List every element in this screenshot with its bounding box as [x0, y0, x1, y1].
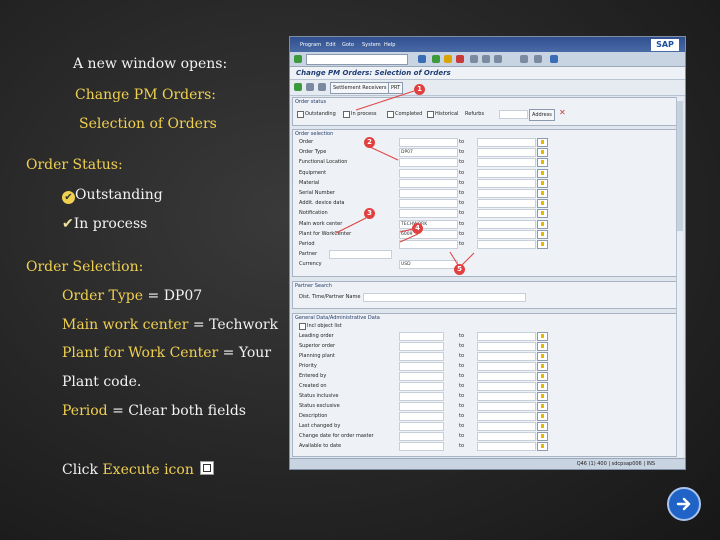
execute-icon	[199, 461, 214, 475]
selection-field: Plant for Work Center	[62, 345, 219, 361]
selection-value: DP07	[163, 288, 203, 304]
sap-status-bar: Q46 (1) 400 | sdcpsap006 | INS	[290, 458, 685, 469]
order-selection-title: Order Selection:	[26, 259, 144, 275]
selection-item-period: Period = Clear both fields	[62, 403, 246, 419]
arrow-2	[369, 146, 399, 161]
selection-item-main-work-center: Main work center = Techwork	[62, 317, 278, 333]
selection-value: Plant code.	[62, 374, 142, 390]
instruction-panel: A new window opens: Change PM Orders: Se…	[0, 0, 285, 540]
next-slide-button[interactable]	[667, 487, 701, 521]
arrow-right-icon	[676, 497, 691, 511]
arrow-4b	[399, 233, 419, 243]
order-status-title: Order Status:	[26, 157, 123, 173]
selection-item-order-type: Order Type = DP07	[62, 288, 202, 304]
arrow-5a	[449, 251, 459, 266]
intro-text: A new window opens:	[73, 56, 228, 72]
selection-field: Period	[62, 403, 108, 419]
status-item-outstanding: ✔ Outstanding	[62, 187, 163, 204]
selection-sep: =	[143, 288, 164, 304]
status-item-in-process: ✔In process	[62, 216, 147, 232]
click-instruction: Click Execute icon	[62, 461, 214, 478]
checked-circle-icon: ✔	[62, 191, 75, 204]
click-target: Execute icon	[102, 462, 194, 478]
system-status-text: Q46 (1) 400 | sdcpsap006 | INS	[576, 461, 655, 467]
selection-sep: =	[188, 317, 210, 333]
click-prefix: Click	[62, 462, 103, 478]
heading-line-1: Change PM Orders:	[75, 87, 217, 103]
selection-field: Main work center	[62, 317, 189, 333]
arrow-5b	[461, 252, 475, 266]
sap-screenshot: Program Edit Goto System Help SAP Change…	[289, 36, 686, 470]
arrow-1	[355, 90, 415, 111]
annotation-arrows	[335, 90, 475, 266]
arrow-4a	[399, 228, 414, 233]
selection-sep: =	[218, 345, 239, 361]
status-item-label: Outstanding	[75, 187, 163, 203]
selection-item-plant-continued: Plant code.	[62, 374, 141, 390]
selection-value: Clear both fields	[128, 403, 246, 419]
status-item-label: In process	[73, 216, 148, 232]
selection-sep: =	[107, 403, 129, 419]
arrow-3	[335, 217, 367, 234]
selection-item-plant: Plant for Work Center = Your	[62, 345, 271, 361]
selection-value: Your	[238, 345, 272, 361]
selection-field: Order Type	[62, 288, 144, 304]
check-mark-icon: ✔	[62, 216, 74, 232]
heading-line-2: Selection of Orders	[79, 116, 217, 132]
selection-value: Techwork	[209, 317, 279, 333]
